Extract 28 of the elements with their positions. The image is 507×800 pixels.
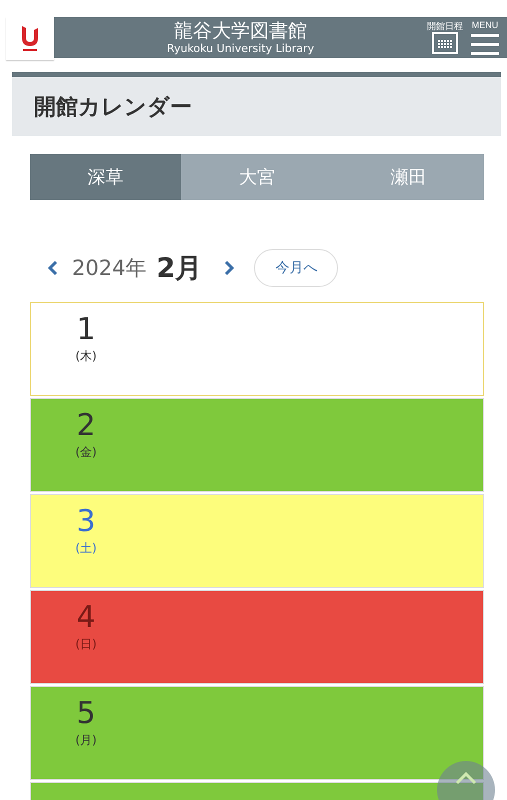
weekday-label: (木) bbox=[74, 348, 98, 365]
month-label: 2月 bbox=[156, 252, 202, 286]
weekday-label: (日) bbox=[74, 636, 98, 653]
library-title: 龍谷大学図書館 bbox=[174, 20, 307, 42]
day-number: 3 bbox=[75, 505, 97, 539]
this-month-button[interactable]: 今月へ bbox=[254, 249, 338, 287]
day-number: 4 bbox=[75, 601, 97, 635]
library-subtitle: Ryukoku University Library bbox=[166, 42, 314, 55]
day-number: 1 bbox=[75, 313, 97, 347]
campus-tab[interactable]: 深草 bbox=[30, 154, 182, 200]
year-label: 2024年 bbox=[72, 255, 146, 282]
menu-icon bbox=[471, 31, 499, 55]
chevron-right-icon bbox=[224, 261, 234, 275]
weekday-label: (土) bbox=[74, 540, 98, 557]
schedule-button[interactable]: 開館日程 bbox=[427, 21, 463, 54]
calendar-icon bbox=[432, 32, 458, 54]
campus-tab[interactable]: 瀬田 bbox=[332, 154, 484, 200]
chevron-up-icon bbox=[455, 771, 477, 785]
weekday-label: (月) bbox=[74, 732, 98, 749]
weekday-label: (金) bbox=[74, 444, 98, 461]
campus-tab[interactable]: 大宮 bbox=[181, 154, 333, 200]
page-title: 開館カレンダー bbox=[34, 94, 192, 122]
logo-icon bbox=[19, 24, 41, 54]
university-logo[interactable] bbox=[6, 17, 54, 60]
day-number: 5 bbox=[75, 697, 97, 731]
chevron-left-icon bbox=[48, 261, 58, 275]
day-number: 2 bbox=[75, 409, 97, 443]
menu-button[interactable]: MENU bbox=[471, 20, 499, 55]
